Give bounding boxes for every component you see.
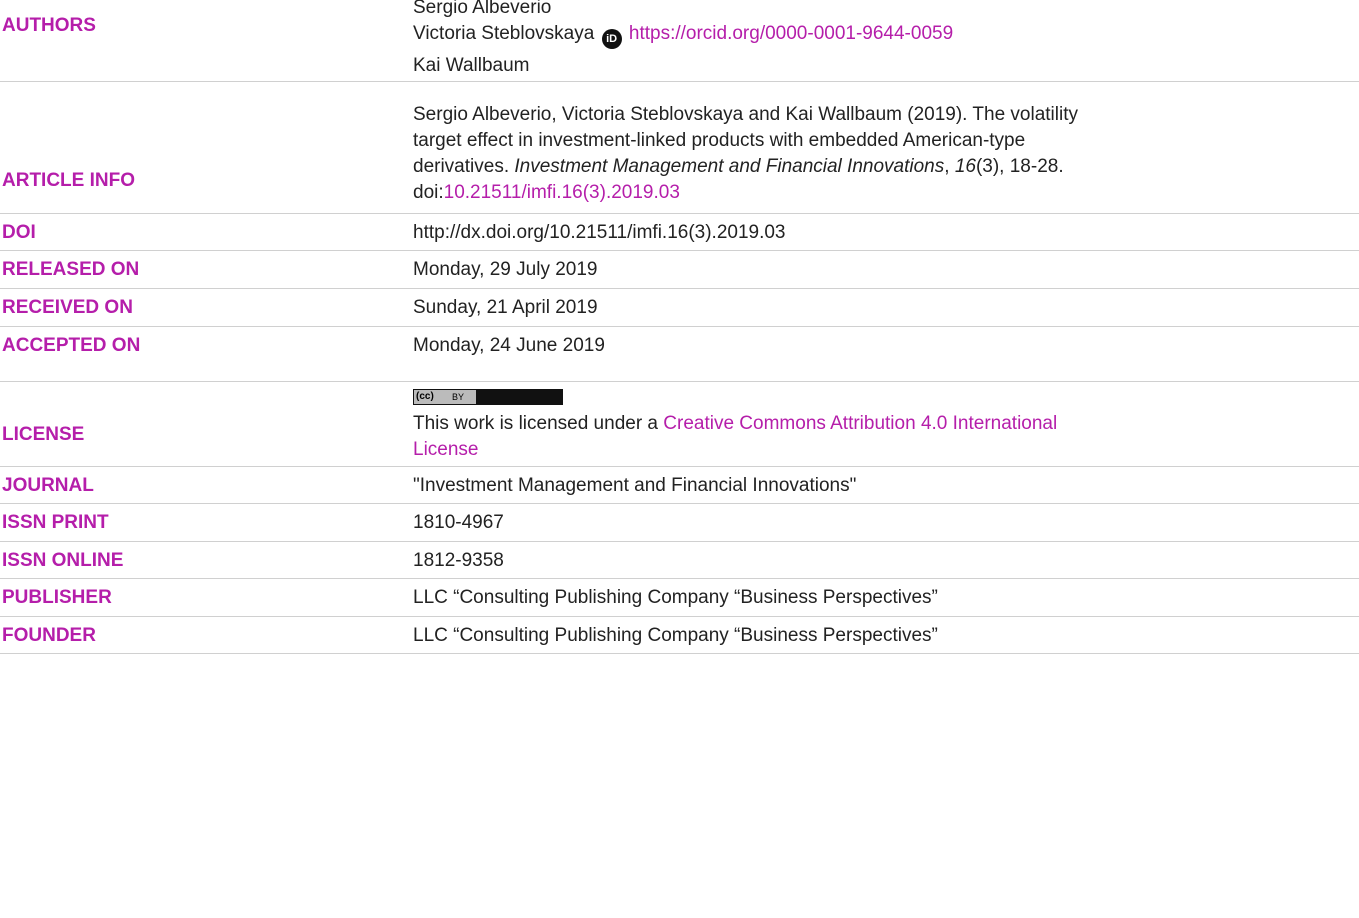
issn-print-value: 1810-4967 [413,512,504,533]
row-founder: FOUNDER LLC “Consulting Publishing Compa… [0,617,1359,654]
row-authors: AUTHORS Sergio Albeverio Victoria Steblo… [0,0,1359,82]
doi-value: http://dx.doi.org/10.21511/imfi.16(3).20… [413,222,786,243]
doi-label: DOI [2,222,36,243]
citation-line: target effect in investment-linked produ… [413,130,1026,151]
citation-text: , [944,156,955,177]
journal-value: "Investment Management and Financial Inn… [413,475,857,496]
issn-online-value: 1812-9358 [413,550,504,571]
row-journal: JOURNAL "Investment Management and Finan… [0,467,1359,504]
orcid-icon: iD [601,29,622,49]
authors-label: AUTHORS [2,15,96,36]
license-link[interactable]: Creative Commons Attribution 4.0 Interna… [663,413,1057,434]
citation-journal: Investment Management and Financial Inno… [514,156,945,177]
orcid-link[interactable]: https://orcid.org/0000-0001-9644-0059 [629,23,953,44]
released-on-value: Monday, 29 July 2019 [413,259,598,280]
issn-online-label: ISSN ONLINE [2,550,124,571]
accepted-on-value: Monday, 24 June 2019 [413,335,605,356]
citation-doi-link[interactable]: 10.21511/imfi.16(3).2019.03 [444,182,680,203]
received-on-label: RECEIVED ON [2,297,133,318]
row-accepted-on: ACCEPTED ON Monday, 24 June 2019 [0,327,1359,382]
citation-line: Sergio Albeverio, Victoria Steblovskaya … [413,104,1078,125]
license-link[interactable]: License [413,439,479,460]
author-name: Sergio Albeverio [413,0,552,18]
founder-label: FOUNDER [2,625,96,646]
row-issn-online: ISSN ONLINE 1812-9358 [0,542,1359,579]
row-issn-print: ISSN PRINT 1810-4967 [0,504,1359,542]
cc-by-license-badge[interactable]: (cc) BY [413,389,563,405]
accepted-on-label: ACCEPTED ON [2,335,141,356]
citation-text: derivatives. [413,156,515,177]
article-info-value: Sergio Albeverio, Victoria Steblovskaya … [413,102,1353,206]
publisher-value: LLC “Consulting Publishing Company “Busi… [413,587,938,608]
license-value: (cc) BY This work is licensed under a Cr… [413,387,1353,463]
cc-badge-text: (cc) [416,391,434,402]
row-divider [0,653,1359,654]
row-article-info: ARTICLE INFO Sergio Albeverio, Victoria … [0,82,1359,214]
released-on-label: RELEASED ON [2,259,140,280]
by-badge-text: BY [452,392,465,402]
citation-text: (3), 18-28. [975,156,1064,177]
received-on-value: Sunday, 21 April 2019 [413,297,598,318]
publisher-label: PUBLISHER [2,587,112,608]
license-text: This work is licensed under a [413,413,664,434]
authors-value: Sergio Albeverio Victoria Steblovskaya i… [413,0,1353,79]
author-name: Kai Wallbaum [413,55,530,76]
row-received-on: RECEIVED ON Sunday, 21 April 2019 [0,289,1359,327]
row-publisher: PUBLISHER LLC “Consulting Publishing Com… [0,579,1359,617]
article-info-label: ARTICLE INFO [2,170,135,191]
author-name: Victoria Steblovskaya [413,23,595,44]
citation-volume: 16 [954,156,976,177]
doi-prefix: doi: [413,182,444,203]
row-doi: DOI http://dx.doi.org/10.21511/imfi.16(3… [0,214,1359,251]
journal-label: JOURNAL [2,475,94,496]
founder-value: LLC “Consulting Publishing Company “Busi… [413,625,938,646]
license-label: LICENSE [2,424,85,445]
row-license: LICENSE (cc) BY This work is licensed un… [0,382,1359,467]
issn-print-label: ISSN PRINT [2,512,109,533]
row-released-on: RELEASED ON Monday, 29 July 2019 [0,251,1359,289]
